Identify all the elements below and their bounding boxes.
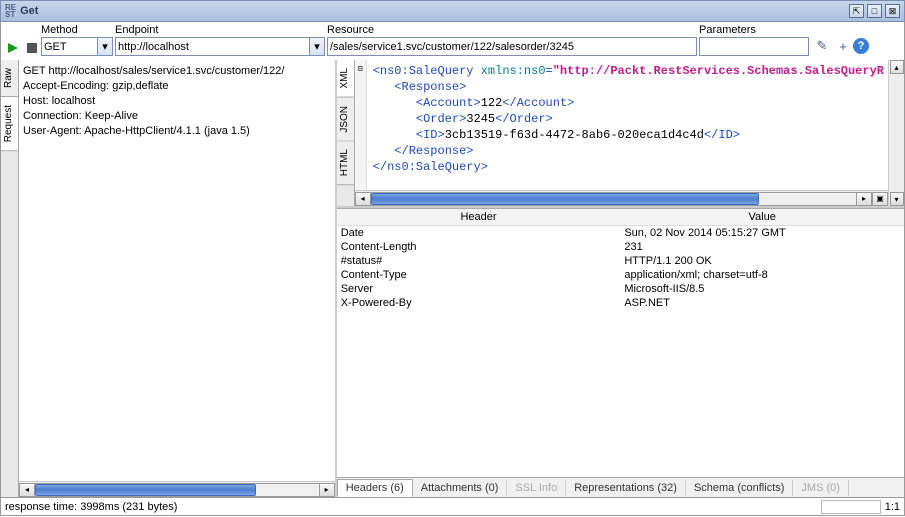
resource-input[interactable]: [327, 37, 697, 56]
xml-tag: <Order>: [416, 112, 466, 126]
table-row[interactable]: X-Powered-ByASP.NET: [337, 296, 904, 310]
scroll-right-button[interactable]: ▸: [856, 192, 872, 206]
scroll-corner: ▣: [872, 192, 888, 206]
xml-attr: xmlns:ns0: [481, 64, 546, 78]
column-header-name[interactable]: Header: [337, 209, 621, 226]
request-line: User-Agent: Apache-HttpClient/4.1.1 (jav…: [23, 124, 331, 139]
resource-label: Resource: [327, 24, 697, 36]
header-name-cell: X-Powered-By: [337, 296, 621, 310]
header-value-cell: Microsoft-IIS/8.5: [620, 282, 904, 296]
xml-tag: <Response>: [394, 80, 466, 94]
xml-tag: <ns0:SaleQuery: [373, 64, 481, 78]
scroll-left-button[interactable]: ◂: [355, 192, 371, 206]
inspector-tab[interactable]: Attachments (0): [413, 480, 508, 496]
right-vertical-tabs: XML JSON HTML: [337, 60, 355, 206]
maximize-button[interactable]: □: [867, 4, 882, 18]
stop-button[interactable]: [27, 43, 37, 53]
parameters-label: Parameters: [699, 24, 809, 36]
xml-tag: <Account>: [416, 96, 481, 110]
inspector-tab[interactable]: Schema (conflicts): [686, 480, 793, 496]
column-header-value[interactable]: Value: [620, 209, 904, 226]
headers-panel: Header Value DateSun, 02 Nov 2014 05:15:…: [337, 208, 904, 497]
xml-tag: <ID>: [416, 128, 445, 142]
scroll-up-button[interactable]: ▴: [890, 60, 904, 74]
xml-tag: </Response>: [394, 144, 473, 158]
title-bar: REST Get ⇱ □ ⊠: [0, 0, 905, 22]
request-panel: Raw Request GET http://localhost/sales/s…: [1, 60, 337, 497]
status-box: [821, 500, 881, 514]
tab-xml[interactable]: XML: [337, 60, 354, 98]
header-value-cell: application/xml; charset=utf-8: [620, 268, 904, 282]
rest-icon: REST: [5, 4, 16, 18]
header-value-cell: Sun, 02 Nov 2014 05:15:27 GMT: [620, 226, 904, 240]
minimize-button[interactable]: ⇱: [849, 4, 864, 18]
inspector-tab[interactable]: Representations (32): [566, 480, 686, 496]
request-line: Host: localhost: [23, 94, 331, 109]
scroll-right-button[interactable]: ▸: [319, 483, 335, 497]
vertical-scrollbar[interactable]: ▴ ▾: [888, 60, 904, 206]
method-label: Method: [41, 24, 113, 36]
wand-icon[interactable]: ✎: [814, 38, 830, 54]
parameters-input[interactable]: [699, 37, 809, 56]
chevron-down-icon[interactable]: ▾: [97, 38, 112, 55]
xml-tag: </ns0:SaleQuery>: [373, 160, 488, 174]
xml-response-view[interactable]: ⊟ <ns0:SaleQuery xmlns:ns0="http://Packt…: [355, 60, 888, 190]
response-panel: XML JSON HTML ⊟ <ns0:SaleQuery xmlns:ns0…: [337, 60, 904, 497]
header-name-cell: Content-Type: [337, 268, 621, 282]
scroll-down-button[interactable]: ▾: [890, 192, 904, 206]
request-raw-view[interactable]: GET http://localhost/sales/service1.svc/…: [19, 60, 335, 481]
table-row[interactable]: DateSun, 02 Nov 2014 05:15:27 GMT: [337, 226, 904, 240]
scroll-track[interactable]: [35, 483, 319, 497]
method-value: GET: [44, 41, 67, 53]
cursor-position: 1:1: [885, 501, 900, 513]
main-area: Raw Request GET http://localhost/sales/s…: [0, 60, 905, 498]
fold-gutter[interactable]: ⊟: [355, 60, 367, 190]
table-row[interactable]: Content-Typeapplication/xml; charset=utf…: [337, 268, 904, 282]
header-value-cell: HTTP/1.1 200 OK: [620, 254, 904, 268]
headers-table: Header Value DateSun, 02 Nov 2014 05:15:…: [337, 208, 904, 477]
header-name-cell: #status#: [337, 254, 621, 268]
run-button[interactable]: [5, 40, 21, 56]
inspector-tab[interactable]: Headers (6): [337, 479, 413, 497]
table-row[interactable]: ServerMicrosoft-IIS/8.5: [337, 282, 904, 296]
request-line: GET http://localhost/sales/service1.svc/…: [23, 64, 331, 79]
header-value-cell: ASP.NET: [620, 296, 904, 310]
endpoint-label: Endpoint: [115, 24, 325, 36]
tab-html[interactable]: HTML: [337, 141, 354, 185]
tab-raw[interactable]: Raw: [1, 60, 18, 97]
window-title: Get: [20, 5, 849, 17]
header-name-cell: Content-Length: [337, 240, 621, 254]
endpoint-combo[interactable]: http://localhost ▾: [115, 37, 325, 56]
header-name-cell: Server: [337, 282, 621, 296]
header-name-cell: Date: [337, 226, 621, 240]
scroll-track[interactable]: [371, 192, 856, 206]
table-row[interactable]: Content-Length231: [337, 240, 904, 254]
response-time-text: response time: 3998ms (231 bytes): [5, 501, 177, 513]
add-icon[interactable]: +: [835, 38, 851, 54]
endpoint-value: http://localhost: [118, 41, 189, 53]
response-inspector-tabs: Headers (6)Attachments (0)SSL InfoRepres…: [337, 477, 904, 497]
xml-attr-value: "http://Packt.RestServices.Schemas.Sales…: [553, 64, 884, 78]
help-icon[interactable]: ?: [853, 38, 869, 54]
tab-json[interactable]: JSON: [337, 98, 354, 142]
tab-request[interactable]: Request: [1, 97, 18, 151]
chevron-down-icon[interactable]: ▾: [309, 38, 324, 55]
method-combo[interactable]: GET ▾: [41, 37, 113, 56]
toolbar: Method GET ▾ Endpoint http://localhost ▾…: [0, 22, 905, 60]
status-bar: response time: 3998ms (231 bytes) 1:1: [0, 498, 905, 516]
header-value-cell: 231: [620, 240, 904, 254]
scroll-left-button[interactable]: ◂: [19, 483, 35, 497]
table-row[interactable]: #status#HTTP/1.1 200 OK: [337, 254, 904, 268]
close-button[interactable]: ⊠: [885, 4, 900, 18]
horizontal-scrollbar[interactable]: ◂ ▸: [19, 481, 335, 497]
request-line: Connection: Keep-Alive: [23, 109, 331, 124]
request-line: Accept-Encoding: gzip,deflate: [23, 79, 331, 94]
left-vertical-tabs: Raw Request: [1, 60, 19, 497]
response-body-area: XML JSON HTML ⊟ <ns0:SaleQuery xmlns:ns0…: [337, 60, 904, 208]
inspector-tab: JMS (0): [793, 480, 849, 496]
horizontal-scrollbar[interactable]: ◂ ▸ ▣: [355, 190, 888, 206]
inspector-tab: SSL Info: [507, 480, 566, 496]
